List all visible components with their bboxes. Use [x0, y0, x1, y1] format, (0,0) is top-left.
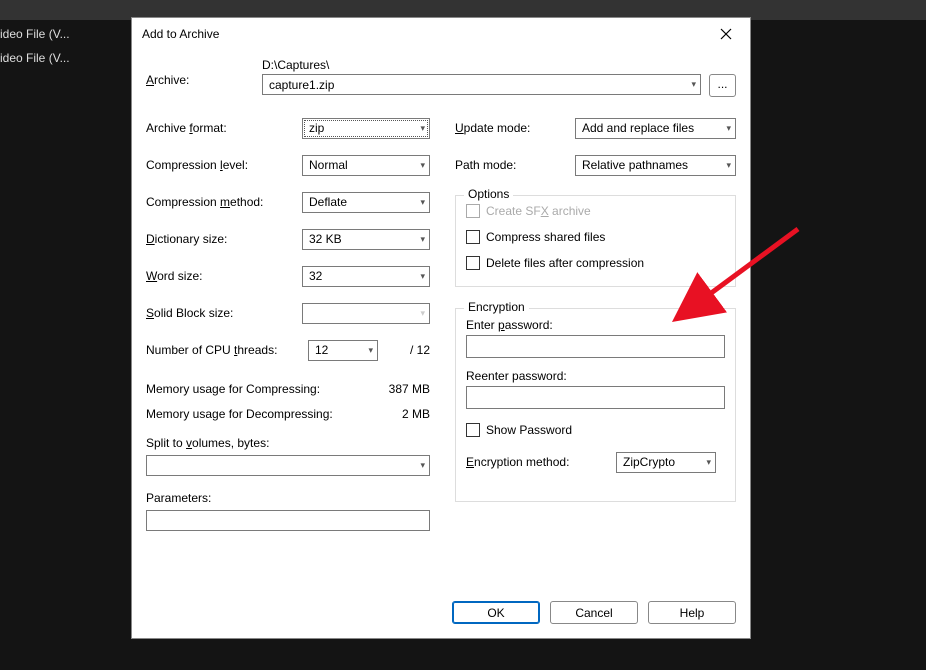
button-row: OK Cancel Help: [132, 593, 750, 638]
sfx-label: Create SFX archive: [486, 204, 591, 218]
show-password-checkbox[interactable]: [466, 423, 480, 437]
archive-filename-combo[interactable]: capture1.zip ▾: [262, 74, 701, 95]
chevron-down-icon: ▾: [706, 457, 711, 468]
path-mode-label: Path mode:: [455, 158, 575, 172]
chevron-down-icon: ▾: [691, 79, 696, 90]
chevron-down-icon: ▾: [726, 160, 731, 171]
update-mode-label: Update mode:: [455, 121, 575, 135]
chevron-down-icon: ▾: [420, 234, 425, 245]
sfx-checkbox: [466, 204, 480, 218]
parameters-label: Parameters:: [146, 491, 430, 505]
cpu-threads-max: / 12: [384, 343, 430, 357]
options-group: Options Create SFX archive Compress shar…: [455, 195, 736, 287]
split-volumes-label: Split to volumes, bytes:: [146, 436, 430, 450]
chevron-down-icon: ▾: [726, 123, 731, 134]
chevron-down-icon: ▾: [368, 345, 373, 356]
right-column: Update mode: Add and replace files ▾ Pat…: [455, 111, 736, 531]
help-button[interactable]: Help: [648, 601, 736, 624]
mem-decompress-label: Memory usage for Decompressing:: [146, 407, 333, 421]
close-icon[interactable]: [712, 20, 740, 48]
enter-password-label: Enter password:: [466, 315, 725, 335]
compression-level-label: Compression level:: [146, 158, 302, 172]
update-mode-select[interactable]: Add and replace files ▾: [575, 118, 736, 139]
delete-after-checkbox[interactable]: [466, 256, 480, 270]
dictionary-size-label: Dictionary size:: [146, 232, 302, 246]
ok-button[interactable]: OK: [452, 601, 540, 624]
archive-filename: capture1.zip: [269, 78, 334, 92]
mem-compress-value: 387 MB: [389, 382, 430, 396]
page-title: Add to Archive: [142, 27, 712, 41]
left-column: Archive format: zip ▾ Compression level:…: [146, 111, 430, 531]
word-size-label: Word size:: [146, 269, 302, 283]
encryption-legend: Encryption: [464, 300, 529, 314]
mem-decompress-value: 2 MB: [402, 407, 430, 421]
archive-format-label: Archive format:: [146, 121, 302, 135]
delete-after-label: Delete files after compression: [486, 256, 644, 270]
mem-compress-label: Memory usage for Compressing:: [146, 382, 320, 396]
dictionary-size-select[interactable]: 32 KB ▾: [302, 229, 430, 250]
shared-label: Compress shared files: [486, 230, 605, 244]
enter-password-input[interactable]: [466, 335, 725, 358]
parameters-input[interactable]: [146, 510, 430, 531]
titlebar[interactable]: Add to Archive: [132, 18, 750, 50]
chevron-down-icon: ▾: [420, 160, 425, 171]
compression-level-select[interactable]: Normal ▾: [302, 155, 430, 176]
compression-method-select[interactable]: Deflate ▾: [302, 192, 430, 213]
file-name: ideo File (V...: [0, 27, 90, 41]
file-name: ideo File (V...: [0, 51, 90, 65]
split-volumes-select[interactable]: ▾: [146, 455, 430, 476]
solid-block-select[interactable]: ▾: [302, 303, 430, 324]
cpu-threads-label: Number of CPU threads:: [146, 343, 302, 357]
archive-format-select[interactable]: zip ▾: [302, 118, 430, 139]
cancel-button[interactable]: Cancel: [550, 601, 638, 624]
options-legend: Options: [464, 187, 513, 201]
word-size-select[interactable]: 32 ▾: [302, 266, 430, 287]
chevron-down-icon: ▾: [420, 123, 425, 134]
reenter-password-label: Reenter password:: [466, 366, 725, 386]
add-to-archive-dialog: Add to Archive Archive: D:\Captures\ cap…: [131, 17, 751, 639]
chevron-down-icon: ▾: [420, 271, 425, 282]
shared-checkbox[interactable]: [466, 230, 480, 244]
cpu-threads-select[interactable]: 12 ▾: [308, 340, 378, 361]
encryption-method-label: Encryption method:: [466, 455, 616, 469]
archive-label: Archive:: [146, 58, 262, 87]
browse-button[interactable]: ...: [709, 74, 736, 97]
compression-method-label: Compression method:: [146, 195, 302, 209]
encryption-method-select[interactable]: ZipCrypto ▾: [616, 452, 716, 473]
reenter-password-input[interactable]: [466, 386, 725, 409]
encryption-group: Encryption Enter password: Reenter passw…: [455, 308, 736, 502]
show-password-label: Show Password: [486, 423, 572, 437]
path-mode-select[interactable]: Relative pathnames ▾: [575, 155, 736, 176]
solid-block-label: Solid Block size:: [146, 306, 302, 320]
chevron-down-icon: ▾: [420, 197, 425, 208]
chevron-down-icon: ▾: [420, 308, 425, 319]
archive-directory: D:\Captures\: [262, 58, 701, 72]
